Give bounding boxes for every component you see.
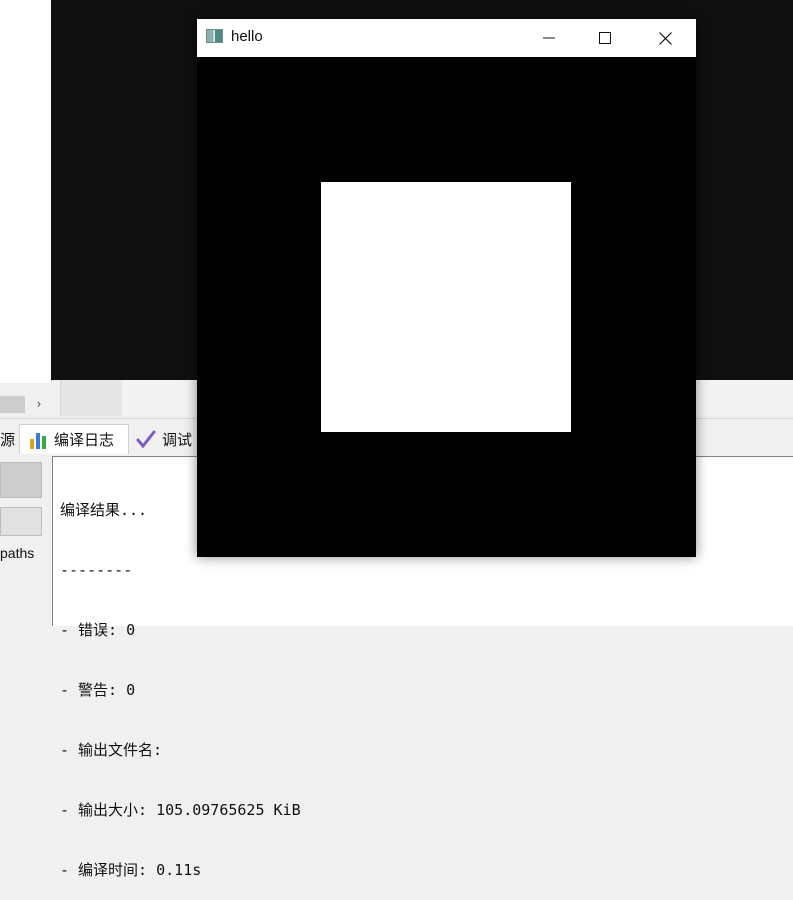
scroll-right-arrow-icon[interactable]: › [30, 393, 48, 415]
minimize-button[interactable] [526, 19, 572, 57]
hello-window: hello [197, 19, 696, 557]
tab-debug[interactable]: 调试 [134, 424, 206, 454]
window-title: hello [231, 28, 263, 45]
tab-label: 源 [0, 430, 16, 449]
minimize-icon [543, 37, 555, 39]
tab-resources[interactable]: 源 [0, 424, 18, 454]
paths-label: paths [0, 545, 35, 561]
log-line: - 输出大小: 105.09765625 KiB [60, 801, 301, 819]
bar-chart-icon [28, 430, 48, 450]
log-line: -------- [60, 561, 133, 579]
tab-label: 调试 [162, 430, 193, 449]
editor-gutter [60, 380, 123, 416]
close-icon [658, 31, 672, 45]
maximize-button[interactable] [582, 19, 628, 57]
log-line: - 输出文件名: [60, 741, 163, 759]
log-line: - 警告: 0 [60, 681, 136, 699]
title-bar[interactable]: hello [197, 19, 696, 57]
tab-label: 编译日志 [54, 431, 115, 449]
log-line: - 编译时间: 0.11s [60, 861, 202, 879]
side-button[interactable] [0, 462, 42, 498]
file-tree-panel [0, 0, 52, 383]
window-canvas[interactable] [197, 57, 696, 557]
close-button[interactable] [642, 19, 688, 57]
white-square [321, 182, 571, 432]
tab-compile-log[interactable]: 编译日志 [19, 424, 129, 454]
checkmark-icon [136, 429, 156, 449]
maximize-icon [599, 32, 611, 44]
scrollbar-thumb[interactable] [0, 396, 25, 413]
app-icon [206, 29, 223, 43]
side-button[interactable] [0, 507, 42, 536]
log-line: - 错误: 0 [60, 621, 136, 639]
